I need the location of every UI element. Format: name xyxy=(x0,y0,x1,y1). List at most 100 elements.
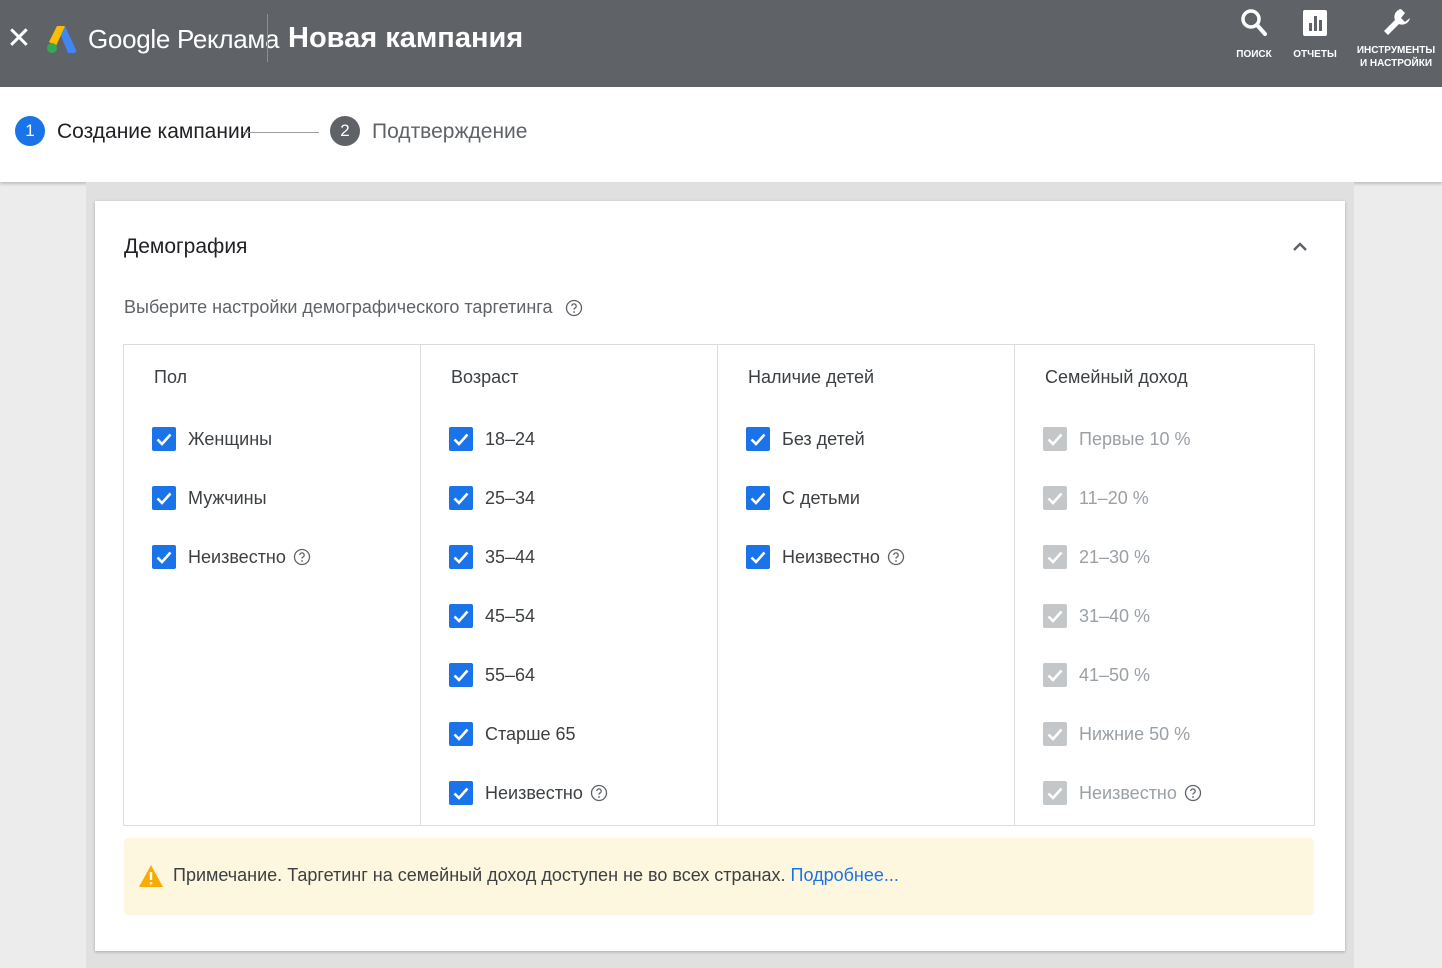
help-icon[interactable] xyxy=(565,299,583,317)
option-label: Неизвестно xyxy=(1079,782,1177,803)
checkbox xyxy=(1043,545,1067,569)
checkbox xyxy=(1043,722,1067,746)
note-message: Примечание. Таргетинг на семейный доход … xyxy=(173,865,786,885)
checkbox[interactable] xyxy=(449,663,473,687)
column-header: Наличие детей xyxy=(748,367,875,387)
option-label: Без детей xyxy=(782,428,865,449)
option-label: 31–40 % xyxy=(1079,605,1151,626)
column-header: Семейный доход xyxy=(1045,367,1188,387)
step-1-label[interactable]: Создание кампании xyxy=(57,120,251,144)
checkbox[interactable] xyxy=(152,545,176,569)
checkbox-option[interactable]: 45–54 xyxy=(449,602,535,630)
checkbox xyxy=(1043,663,1067,687)
option-label: 35–44 xyxy=(485,546,536,567)
option-label: 25–34 xyxy=(485,487,536,508)
checkbox-option[interactable]: Старше 65 xyxy=(449,720,576,748)
option-label: 41–50 % xyxy=(1079,664,1151,685)
checkbox xyxy=(1043,427,1067,451)
chevron-up-icon[interactable] xyxy=(1288,235,1312,259)
reports-label: ОТЧЕТЫ xyxy=(1293,49,1337,60)
checkbox-option[interactable]: 35–44 xyxy=(449,543,535,571)
column-header: Возраст xyxy=(451,367,519,387)
note-text: Примечание. Таргетинг на семейный доход … xyxy=(173,865,899,886)
checkbox[interactable] xyxy=(449,545,473,569)
column-header: Пол xyxy=(154,367,188,387)
demographic-column: Семейный доход Первые 10 % 11–20 % 21–30 % 3… xyxy=(1015,345,1312,825)
google-ads-logo xyxy=(47,26,77,53)
option-label: 45–54 xyxy=(485,605,536,626)
option-label: 55–64 xyxy=(485,664,536,685)
option-label: 11–20 % xyxy=(1079,487,1149,508)
note-banner: Примечание. Таргетинг на семейный доход … xyxy=(124,838,1314,915)
checkbox-option: Неизвестно xyxy=(1043,779,1202,807)
option-label: Женщины xyxy=(188,428,273,449)
brand-name: Google Реклама xyxy=(88,24,280,54)
checkbox-option[interactable]: Неизвестно xyxy=(449,779,608,807)
checkbox-option[interactable]: Неизвестно xyxy=(746,543,905,571)
page-title: Новая кампания xyxy=(288,22,524,54)
checkbox[interactable] xyxy=(449,781,473,805)
demographic-column: Возраст 18–24 25–34 35–44 45–54 55–64 Старше 6… xyxy=(421,345,718,825)
checkbox-option[interactable]: 55–64 xyxy=(449,661,535,689)
step-2-label[interactable]: Подтверждение xyxy=(372,120,527,144)
section-subtitle: Выберите настройки демографического тарг… xyxy=(124,297,583,318)
checkbox[interactable] xyxy=(449,604,473,628)
demographics-grid: Пол Женщины Мужчины Неизвестно Возраст 18–24 2… xyxy=(123,344,1315,826)
checkbox-option[interactable]: 18–24 xyxy=(449,425,535,453)
section-title: Демография xyxy=(124,235,248,258)
header-divider xyxy=(267,14,268,62)
option-label: Неизвестно xyxy=(485,782,583,803)
checkbox[interactable] xyxy=(152,427,176,451)
search-button[interactable]: ПОИСК xyxy=(1228,6,1280,62)
option-label: Неизвестно xyxy=(188,546,286,567)
demographic-column: Пол Женщины Мужчины Неизвестно xyxy=(124,345,421,825)
wrench-icon xyxy=(1384,9,1410,35)
option-label: 21–30 % xyxy=(1079,546,1151,567)
checkbox[interactable] xyxy=(746,486,770,510)
option-label: 18–24 xyxy=(485,428,536,449)
checkbox xyxy=(1043,486,1067,510)
reports-button[interactable]: ОТЧЕТЫ xyxy=(1288,6,1342,62)
checkbox-option[interactable]: Неизвестно xyxy=(152,543,311,571)
help-icon[interactable] xyxy=(1184,784,1202,802)
tools-settings-button[interactable]: ИНСТРУМЕНТЫ И НАСТРОЙКИ xyxy=(1352,6,1440,70)
checkbox-option[interactable]: Мужчины xyxy=(152,484,267,512)
demographic-column: Наличие детей Без детей С детьми Неизвестно xyxy=(718,345,1015,825)
stepper-connector xyxy=(243,132,319,133)
checkbox[interactable] xyxy=(449,427,473,451)
checkbox-option: Нижние 50 % xyxy=(1043,720,1190,748)
checkbox[interactable] xyxy=(746,427,770,451)
step-2-number: 2 xyxy=(330,116,360,146)
subtitle-text: Выберите настройки демографического тарг… xyxy=(124,297,553,317)
help-icon[interactable] xyxy=(590,784,608,802)
checkbox-option[interactable]: С детьми xyxy=(746,484,860,512)
help-icon[interactable] xyxy=(887,548,905,566)
checkbox-option[interactable]: Женщины xyxy=(152,425,272,453)
tools-label-line1: ИНСТРУМЕНТЫ xyxy=(1356,45,1436,56)
search-label: ПОИСК xyxy=(1236,49,1272,60)
step-1-number: 1 xyxy=(15,116,45,146)
checkbox[interactable] xyxy=(152,486,176,510)
learn-more-link[interactable]: Подробнее... xyxy=(791,865,899,885)
help-icon[interactable] xyxy=(293,548,311,566)
checkbox[interactable] xyxy=(449,486,473,510)
checkbox-option[interactable]: Без детей xyxy=(746,425,865,453)
option-label: Неизвестно xyxy=(782,546,880,567)
checkbox-option: 11–20 % xyxy=(1043,484,1149,512)
checkbox-option[interactable]: 25–34 xyxy=(449,484,535,512)
checkbox[interactable] xyxy=(746,545,770,569)
option-label: Старше 65 xyxy=(485,723,576,744)
close-button[interactable]: ✕ xyxy=(6,22,32,56)
tools-label-line2: И НАСТРОЙКИ xyxy=(1359,58,1433,69)
tools-label: ИНСТРУМЕНТЫ И НАСТРОЙКИ xyxy=(1352,44,1440,70)
reports-icon xyxy=(1303,10,1327,36)
search-icon xyxy=(1241,9,1267,36)
option-label: Нижние 50 % xyxy=(1079,723,1191,744)
checkbox-option: Первые 10 % xyxy=(1043,425,1191,453)
checkbox xyxy=(1043,604,1067,628)
checkbox-option: 41–50 % xyxy=(1043,661,1150,689)
checkbox[interactable] xyxy=(449,722,473,746)
warning-icon xyxy=(139,865,163,887)
checkbox xyxy=(1043,781,1067,805)
option-label: Мужчины xyxy=(188,487,267,508)
